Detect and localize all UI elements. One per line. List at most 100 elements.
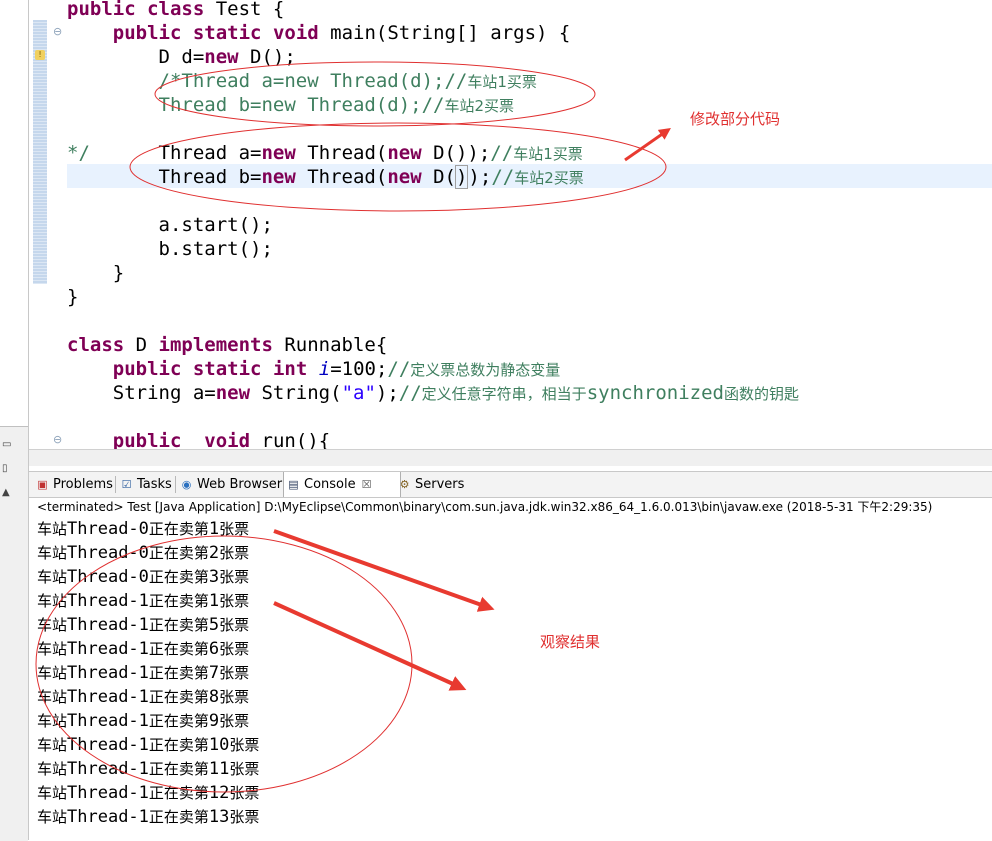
keyword: int (272, 358, 308, 380)
console-line-num: 2 (208, 543, 220, 563)
console-line-num: 13 (208, 807, 230, 827)
matching-bracket: ) (454, 165, 469, 189)
tab-servers[interactable]: ⚙ Servers (395, 472, 465, 497)
console-line-num: 1 (208, 519, 220, 539)
console-line-thread: Thread-0 (67, 567, 149, 587)
code-line[interactable]: public class Test { (67, 0, 284, 21)
close-icon[interactable]: ☒ (362, 478, 372, 491)
code-line[interactable]: public static int i=100;//定义票总数为静态变量 (67, 357, 561, 382)
keyword: new (261, 142, 296, 164)
minimize-icon[interactable]: ▭ (2, 439, 22, 451)
code-line[interactable]: } (67, 285, 78, 309)
warning-icon[interactable]: ! (35, 50, 45, 60)
console-line-num: 11 (208, 759, 230, 779)
code-line[interactable]: class D implements Runnable{ (67, 333, 387, 357)
code-line[interactable]: String a=new String("a");//定义任意字符串，相当于sy… (67, 381, 799, 406)
console-line-thread: Thread-0 (67, 543, 149, 563)
console-line-suffix: 张票 (219, 592, 250, 610)
code-line[interactable]: public static void main(String[] args) { (67, 21, 571, 45)
tab-label: Console (304, 477, 356, 492)
console-line-mid: 正在卖第 (148, 760, 209, 778)
code-text: b.start(); (158, 238, 273, 260)
scroll-up-icon[interactable]: ▲ (2, 487, 22, 499)
tab-web-browser[interactable]: ◉ Web Browser (177, 472, 282, 497)
console-line-num: 12 (208, 783, 230, 803)
console-line-suffix: 张票 (219, 568, 250, 586)
comment-text: // (491, 166, 515, 188)
keyword: void (272, 22, 319, 44)
console-line: 车站Thread-1正在卖第9张票 (37, 709, 987, 733)
code-line[interactable]: /*Thread a=new Thread(d);//车站1买票 (67, 69, 537, 94)
restore-icon[interactable]: ▯ (2, 463, 22, 475)
console-line-prefix: 车站 (37, 616, 68, 634)
console-line-num: 6 (208, 639, 220, 659)
code-line-current[interactable]: Thread b=new Thread(new D());//车站2买票 (67, 165, 584, 190)
console-icon: ▤ (288, 478, 299, 491)
tab-console[interactable]: ▤ Console ☒ (283, 472, 401, 497)
code-text: String( (250, 382, 342, 404)
console-line-mid: 正在卖第 (148, 640, 209, 658)
keyword: static (192, 358, 262, 380)
fold-collapse-icon[interactable]: ⊖ (53, 434, 64, 445)
console-line: 车站Thread-1正在卖第11张票 (37, 757, 987, 781)
annotation-label-observe: 观察结果 (540, 633, 601, 651)
comment-text-cjk: 车站1买票 (513, 145, 583, 163)
comment-text: synchronized (586, 382, 724, 404)
code-line[interactable]: a.start(); (67, 213, 273, 237)
code-text: Test { (204, 0, 285, 20)
console-line-mid: 正在卖第 (148, 568, 209, 586)
annotation-label-modify: 修改部分代码 (690, 110, 781, 128)
console-line-suffix: 张票 (219, 688, 250, 706)
code-line[interactable]: b.start(); (67, 237, 273, 261)
code-line[interactable]: } (67, 261, 124, 285)
console-line-prefix: 车站 (37, 688, 68, 706)
code-line[interactable]: Thread b=new Thread(d);//车站2买票 (67, 93, 515, 118)
console-line-mid: 正在卖第 (148, 616, 209, 634)
outer-left-panel-bottom: ▭ ▯ ▲ (0, 426, 28, 841)
code-text: D( (421, 166, 456, 188)
console-line: 车站Thread-1正在卖第13张票 (37, 805, 987, 829)
keyword: new (387, 166, 422, 188)
comment-text-cjk: 定义票总数为静态变量 (410, 361, 561, 379)
console-output[interactable]: 车站Thread-0正在卖第1张票 车站Thread-0正在卖第2张票 车站Thre… (37, 517, 987, 840)
console-line-prefix: 车站 (37, 736, 68, 754)
code-text: =100; (330, 358, 388, 380)
comment-text-cjk: 定义任意字符串，相当于 (421, 385, 587, 403)
console-line: 车站Thread-1正在卖第10张票 (37, 733, 987, 757)
console-line-thread: Thread-1 (67, 783, 149, 803)
editor-horizontal-scrollbar[interactable] (29, 449, 992, 466)
console-line-prefix: 车站 (37, 712, 68, 730)
code-text: Thread( (295, 166, 388, 188)
tab-problems[interactable]: ▣ Problems (33, 472, 113, 497)
console-line: 车站Thread-1正在卖第6张票 (37, 637, 987, 661)
keyword: class (67, 334, 125, 356)
fold-collapse-icon[interactable]: ⊖ (53, 26, 64, 37)
keyword: new (387, 142, 422, 164)
code-text: Thread( (295, 142, 388, 164)
console-line: 车站Thread-1正在卖第1张票 (37, 589, 987, 613)
comment-text-cjk: 车站1买票 (467, 73, 537, 91)
tab-label: Servers (415, 477, 465, 492)
console-line-thread: Thread-1 (67, 687, 149, 707)
code-line[interactable]: D d=new D(); (67, 45, 296, 69)
console-line-suffix: 张票 (219, 640, 250, 658)
console-line-suffix: 张票 (229, 784, 260, 802)
console-line-thread: Thread-1 (67, 807, 149, 827)
code-text: Runnable{ (272, 334, 388, 356)
code-text: main(String[] args) { (318, 22, 571, 44)
comment-end: */ (67, 142, 90, 164)
console-line: 车站Thread-1正在卖第12张票 (37, 781, 987, 805)
console-line-num: 7 (208, 663, 220, 683)
tab-label: Problems (53, 477, 113, 492)
comment-text-cjk: 车站2买票 (444, 97, 515, 115)
console-line-mid: 正在卖第 (148, 712, 209, 730)
keyword: implements (158, 334, 273, 356)
console-line-mid: 正在卖第 (148, 664, 209, 682)
comment-text-cjk: 函数的钥匙 (723, 385, 799, 403)
keyword: public (112, 22, 182, 44)
tab-tasks[interactable]: ☑ Tasks (117, 472, 172, 497)
console-line-thread: Thread-1 (67, 591, 149, 611)
keyword: public (112, 358, 182, 380)
code-line[interactable]: */ Thread a=new Thread(new D());//车站1买票 (67, 141, 583, 166)
console-line-suffix: 张票 (229, 808, 260, 826)
